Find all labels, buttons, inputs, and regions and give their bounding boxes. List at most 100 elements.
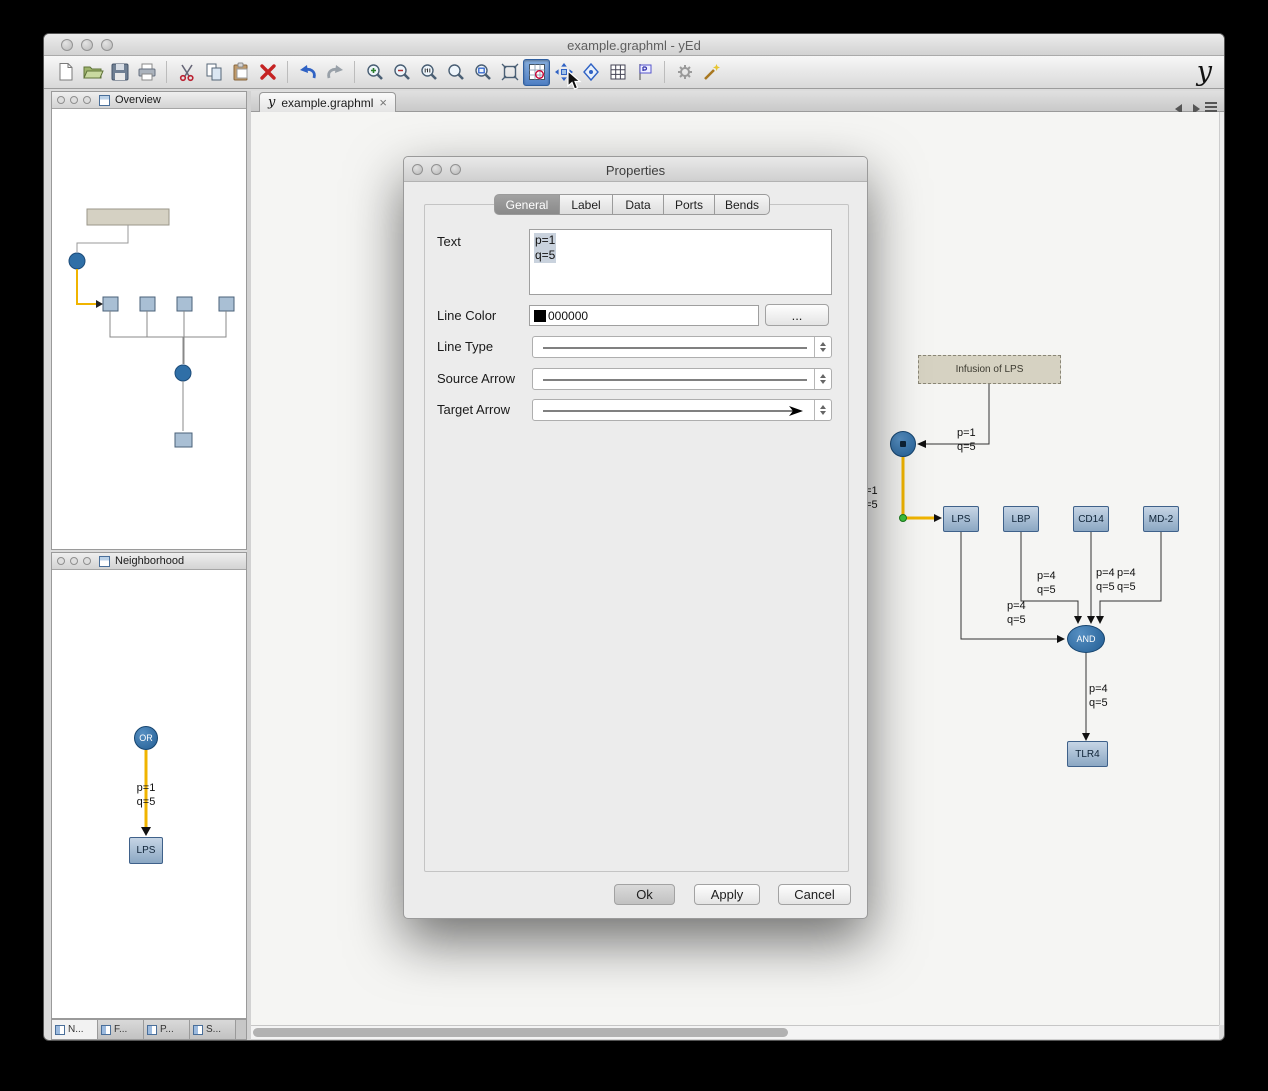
- panel-tab-label: S...: [206, 1024, 222, 1035]
- edge-label-infusion-or[interactable]: p=1 q=5: [957, 426, 976, 454]
- cd14-node-label: CD14: [1078, 513, 1104, 525]
- line-color-input[interactable]: 000000: [529, 305, 759, 326]
- source-arrow-select[interactable]: [532, 368, 832, 390]
- panel-tab-neighborhood[interactable]: N...: [52, 1020, 98, 1039]
- panel-tab-s[interactable]: S...: [190, 1020, 236, 1039]
- document-tab[interactable]: y example.graphml ×: [259, 92, 396, 112]
- undo-icon[interactable]: [294, 59, 321, 86]
- tab-label[interactable]: Label: [559, 194, 613, 215]
- edge-label-cd14-and[interactable]: p=4 q=5: [1096, 566, 1115, 594]
- neighborhood-edge-label[interactable]: p=1 q=5: [122, 781, 170, 809]
- overview-panel-icon: [99, 94, 110, 106]
- panel-tab-f[interactable]: F...: [98, 1020, 144, 1039]
- vertical-scrollbar[interactable]: [1219, 112, 1224, 1025]
- md2-node[interactable]: MD-2: [1143, 506, 1179, 532]
- panel-close-icon[interactable]: [57, 96, 65, 104]
- panel-minimize-icon[interactable]: [70, 96, 78, 104]
- zoom-actual-size-icon[interactable]: [415, 59, 442, 86]
- panel-detach-icon[interactable]: [83, 96, 91, 104]
- fit-content-icon[interactable]: [496, 59, 523, 86]
- edge-label-q: q=5: [1037, 584, 1056, 596]
- tab-list-icon[interactable]: [1205, 102, 1217, 112]
- window-titlebar: example.graphml - yEd: [44, 34, 1224, 56]
- lbp-node[interactable]: LBP: [1003, 506, 1039, 532]
- and-node-label: AND: [1076, 634, 1096, 644]
- edge-label-lbp-and[interactable]: p=4 q=5: [1037, 569, 1056, 597]
- stepper-icon[interactable]: [814, 337, 831, 357]
- properties-dialog: Properties General Label Data Ports Bend…: [403, 156, 868, 919]
- overview-mode-icon[interactable]: [523, 58, 550, 86]
- panel-tab-icon: [101, 1024, 111, 1035]
- zoom-in-icon[interactable]: [361, 59, 388, 86]
- edge-label-p: p=4: [1007, 600, 1026, 612]
- panel-close-icon[interactable]: [57, 557, 65, 565]
- delete-icon[interactable]: [254, 59, 281, 86]
- zoom-reset-icon[interactable]: [442, 59, 469, 86]
- lps-node-label: LPS: [951, 513, 971, 525]
- neighborhood-lps-node[interactable]: LPS: [129, 837, 163, 864]
- save-icon[interactable]: [106, 59, 133, 86]
- stepper-icon[interactable]: [814, 369, 831, 389]
- window-title: example.graphml - yEd: [567, 38, 701, 53]
- zoom-out-icon[interactable]: [388, 59, 415, 86]
- overview-panel: Overview: [51, 91, 247, 550]
- settings-gear-icon[interactable]: [671, 59, 698, 86]
- horizontal-scrollbar[interactable]: [251, 1025, 1219, 1039]
- ok-button[interactable]: Ok: [614, 884, 675, 905]
- panel-minimize-icon[interactable]: [70, 557, 78, 565]
- edge-label-lps-and[interactable]: p=4 q=5: [1007, 599, 1026, 627]
- toolbar-separator: [287, 61, 288, 83]
- scrollbar-thumb[interactable]: [253, 1028, 788, 1037]
- status-strip: [251, 1039, 1224, 1040]
- edge-label-md2-and[interactable]: p=4 q=5: [1117, 566, 1136, 594]
- stepper-icon[interactable]: [814, 400, 831, 420]
- text-input[interactable]: p=1 q=5: [529, 229, 832, 295]
- or-node-mark: [900, 441, 906, 447]
- neighborhood-view[interactable]: OR p=1 q=5 LPS: [52, 570, 246, 1018]
- apply-button[interactable]: Apply: [694, 884, 760, 905]
- palette-icon[interactable]: [631, 59, 658, 86]
- zoom-selection-icon[interactable]: [469, 59, 496, 86]
- edge-label-and-tlr4[interactable]: p=4 q=5: [1089, 682, 1108, 710]
- lbp-node-label: LBP: [1011, 513, 1031, 525]
- line-type-select[interactable]: [532, 336, 832, 358]
- overview-minimap[interactable]: [52, 109, 246, 549]
- neighborhood-panel-title: Neighborhood: [115, 555, 185, 567]
- tlr4-node[interactable]: TLR4: [1067, 741, 1108, 767]
- panel-tab-label: P...: [160, 1024, 174, 1035]
- new-document-icon[interactable]: [52, 59, 79, 86]
- source-arrow-label: Source Arrow: [437, 371, 516, 386]
- cancel-button[interactable]: Cancel: [778, 884, 851, 905]
- cut-icon[interactable]: [173, 59, 200, 86]
- or-node[interactable]: [890, 431, 916, 457]
- panel-detach-icon[interactable]: [83, 557, 91, 565]
- tab-ports[interactable]: Ports: [663, 194, 715, 215]
- tab-bends[interactable]: Bends: [714, 194, 770, 215]
- panel-tab-p[interactable]: P...: [144, 1020, 190, 1039]
- infusion-node[interactable]: Infusion of LPS: [918, 355, 1061, 384]
- dialog-title: Properties: [605, 163, 666, 178]
- line-color-label: Line Color: [437, 308, 497, 323]
- open-document-icon[interactable]: [79, 59, 106, 86]
- target-arrow-select[interactable]: [532, 399, 832, 421]
- panel-tab-strip: N... F... P... S...: [51, 1019, 247, 1040]
- paste-icon[interactable]: [227, 59, 254, 86]
- tab-general[interactable]: General: [494, 194, 560, 215]
- and-node[interactable]: AND: [1067, 625, 1105, 653]
- lps-node[interactable]: LPS: [943, 506, 979, 532]
- cd14-node[interactable]: CD14: [1073, 506, 1109, 532]
- tab-data[interactable]: Data: [612, 194, 664, 215]
- redo-icon[interactable]: [321, 59, 348, 86]
- neighborhood-or-node[interactable]: OR: [134, 726, 158, 750]
- magic-wand-icon[interactable]: [698, 59, 725, 86]
- copy-icon[interactable]: [200, 59, 227, 86]
- toolbar-separator: [354, 61, 355, 83]
- panel-tab-label: N...: [68, 1024, 84, 1035]
- print-icon[interactable]: [133, 59, 160, 86]
- browse-color-button[interactable]: ...: [765, 304, 829, 326]
- text-field-label: Text: [437, 234, 461, 249]
- tab-close-icon[interactable]: ×: [379, 96, 387, 109]
- edge-label-q: q=5: [1089, 697, 1108, 709]
- grid-icon[interactable]: [604, 59, 631, 86]
- edge-label-p: p=4: [1089, 683, 1108, 695]
